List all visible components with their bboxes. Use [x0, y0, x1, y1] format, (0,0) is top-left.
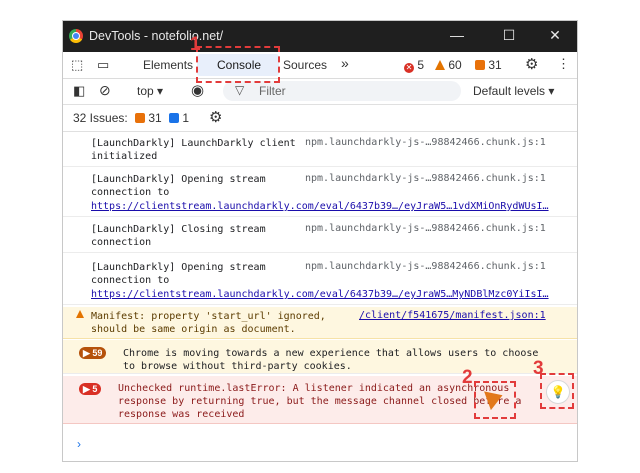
issues-info-counter[interactable]: 1 — [169, 111, 189, 125]
issues-bar: 32 Issues: 31 1 ⚙ — [63, 105, 577, 132]
filter-input[interactable]: ▽ Filter — [223, 81, 461, 101]
warning-message: Manifest: property 'start_url' ignored, … — [63, 307, 577, 339]
annotation-box-lightbulb — [540, 373, 574, 409]
issues-counter[interactable]: 31 — [475, 58, 502, 72]
warning-icon — [76, 310, 84, 318]
tab-elements[interactable]: Elements — [143, 58, 193, 72]
panel-tab-bar: ⬚ ▭ Elements Console Sources » ✕ 5 60 31… — [63, 52, 577, 79]
log-source-link[interactable]: npm.launchdarkly-js-…98842466.chunk.js:1 — [305, 223, 546, 234]
log-source-link[interactable]: npm.launchdarkly-js-…98842466.chunk.js:1 — [305, 137, 546, 148]
live-expression-eye-icon[interactable]: ◉ — [191, 81, 204, 99]
tab-sources[interactable]: Sources — [283, 58, 327, 72]
log-source-link[interactable]: npm.launchdarkly-js-…98842466.chunk.js:1 — [305, 173, 546, 184]
window-title: DevTools - notefolio.net/ — [89, 29, 224, 43]
log-message: [LaunchDarkly] Opening stream connection… — [63, 167, 577, 217]
filter-icon: ▽ — [235, 83, 245, 97]
log-message: [LaunchDarkly] Opening stream connection… — [63, 253, 577, 305]
log-message: [LaunchDarkly] LaunchDarkly client initi… — [63, 131, 577, 167]
repeat-count-badge: ▶ 59 — [79, 347, 107, 359]
log-message: [LaunchDarkly] Closing stream connection… — [63, 217, 577, 253]
annotation-number: 2 — [462, 367, 473, 388]
manifest-source-link[interactable]: /client/f541675/manifest.json:1 — [359, 310, 546, 321]
more-options-icon[interactable]: ⋮ — [557, 56, 570, 72]
issue-message: ▶ 59 Chrome is moving towards a new expe… — [63, 340, 577, 374]
clear-console-icon[interactable]: ⊘ — [99, 82, 111, 99]
issue-icon — [475, 60, 485, 70]
error-icon: ✕ — [404, 63, 414, 73]
minimize-button[interactable]: — — [447, 27, 467, 43]
more-tabs-button[interactable]: » — [341, 55, 349, 71]
warning-icon — [435, 60, 445, 70]
info-icon — [169, 113, 179, 123]
issues-label: 32 Issues: — [73, 111, 128, 125]
inspect-element-icon[interactable]: ⬚ — [71, 57, 83, 73]
error-counter[interactable]: ✕ 5 — [404, 58, 424, 73]
issue-icon — [135, 113, 145, 123]
title-bar: DevTools - notefolio.net/ — ☐ ✕ — [63, 21, 577, 52]
issues-issue-counter[interactable]: 31 — [135, 111, 162, 125]
repeat-count-badge: ▶ 5 — [79, 383, 102, 395]
annotation-number: 1 — [190, 34, 201, 55]
annotation-box-cursor — [474, 381, 516, 419]
device-toolbar-icon[interactable]: ▭ — [97, 57, 109, 73]
log-url-link[interactable]: https://clientstream.launchdarkly.com/ev… — [91, 201, 549, 212]
filter-placeholder: Filter — [259, 84, 286, 98]
log-levels-dropdown[interactable]: Default levels ▾ — [473, 84, 554, 98]
log-url-link[interactable]: https://clientstream.launchdarkly.com/ev… — [91, 289, 549, 300]
warning-counter[interactable]: 60 — [435, 58, 462, 72]
chrome-icon — [69, 29, 83, 43]
console-prompt[interactable]: › — [77, 437, 81, 451]
context-selector[interactable]: top ▾ — [137, 84, 163, 98]
log-source-link[interactable]: npm.launchdarkly-js-…98842466.chunk.js:1 — [305, 261, 546, 272]
settings-gear-icon[interactable]: ⚙ — [525, 55, 538, 73]
annotation-box-console-tab — [196, 46, 280, 83]
maximize-button[interactable]: ☐ — [499, 27, 519, 44]
console-toolbar: ◧ ⊘ top ▾ ◉ ▽ Filter Default levels ▾ — [63, 78, 577, 105]
console-settings-gear-icon[interactable]: ⚙ — [209, 108, 222, 126]
close-button[interactable]: ✕ — [545, 27, 565, 44]
annotation-number: 3 — [533, 358, 544, 379]
sidebar-toggle-icon[interactable]: ◧ — [73, 83, 85, 99]
